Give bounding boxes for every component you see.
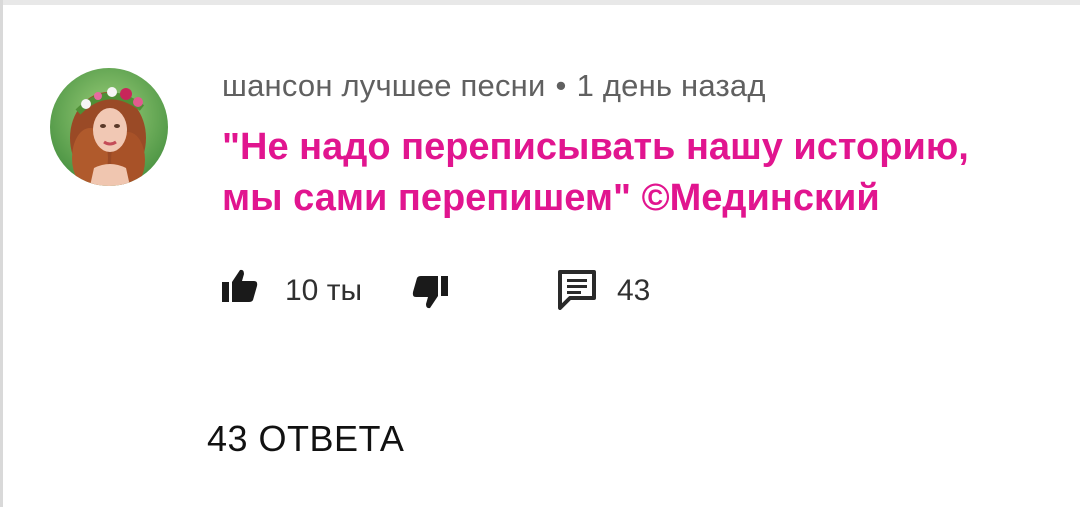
comment-text: "Не надо переписывать нашу историю, мы с… [222,122,1042,224]
thumbs-up-icon [220,266,260,311]
comment-icon [556,268,598,315]
thumbs-down-icon [410,272,450,317]
left-edge [0,0,3,507]
comment-text-line: мы сами перепишем" ©Мединский [222,177,880,219]
meta-separator: • [555,68,567,103]
comment-actions: 10 ты 43 [0,266,1080,316]
view-replies-button[interactable]: 43 ОТВЕТА [207,418,404,460]
reply-button[interactable] [556,268,598,315]
top-divider [0,0,1080,5]
author-name[interactable]: шансон лучшее песни [222,68,546,103]
comment-text-line: "Не надо переписывать нашу историю, [222,126,969,168]
comment-meta: шансон лучшее песни • 1 день назад [222,68,766,104]
like-button[interactable] [220,266,260,311]
reply-count: 43 [617,274,651,307]
comment-timestamp[interactable]: 1 день назад [577,68,766,103]
avatar-image [50,68,168,186]
avatar[interactable] [50,68,168,186]
dislike-button[interactable] [410,272,450,317]
like-count: 10 ты [285,274,363,307]
